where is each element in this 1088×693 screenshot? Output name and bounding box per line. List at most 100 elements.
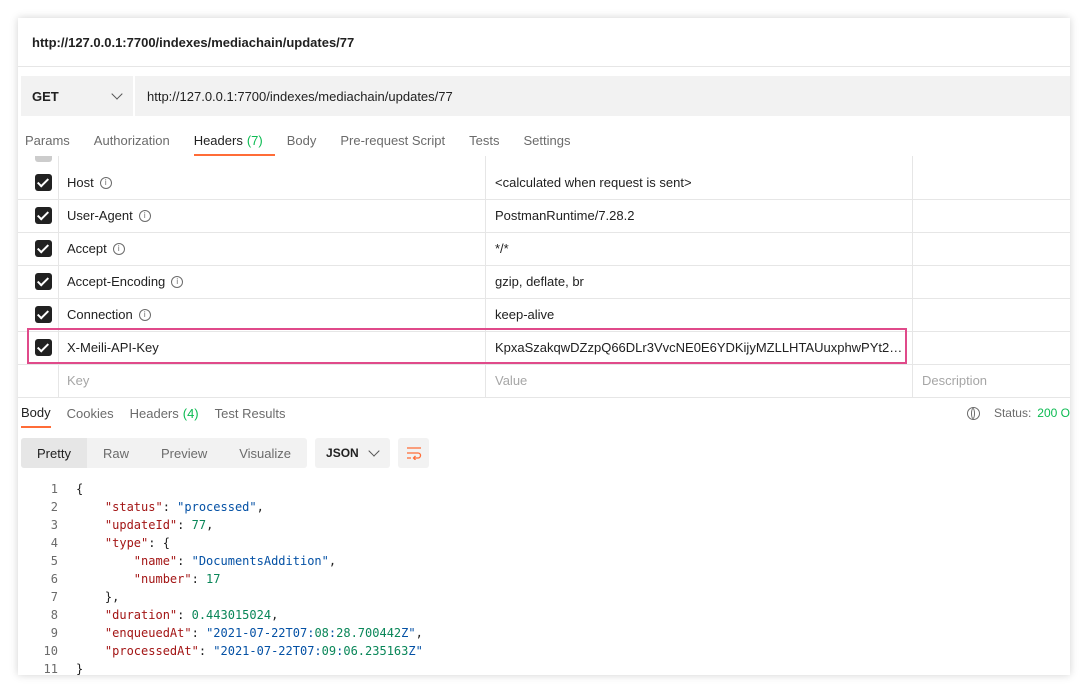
code-line: 11} [18,660,1070,675]
header-value: gzip, deflate, br [495,274,584,289]
request-tabs: Params Authorization Headers (7) Body Pre… [25,126,594,156]
code-text: { [76,482,84,496]
code-text: "processedAt": "2021-07-22T07:09:06.2351… [104,644,423,658]
code-text: "number": 17 [133,572,221,586]
method-select[interactable]: GET [21,76,135,116]
header-checkbox[interactable] [35,339,52,356]
code-line: 10 "processedAt": "2021-07-22T07:09:06.2… [18,642,1070,660]
response-tab-cookies[interactable]: Cookies [67,398,114,428]
info-icon[interactable]: i [99,176,112,189]
header-checkbox[interactable] [35,240,52,257]
chevron-down-icon [368,445,380,457]
response-tab-headers[interactable]: Headers (4) [130,398,199,428]
header-key: X-Meili-API-Key [67,340,159,355]
header-key: Accept-Encoding [67,274,166,289]
code-line: 7 }, [18,588,1070,606]
code-text: }, [76,590,120,604]
header-value: <calculated when request is sent> [495,175,692,190]
code-text: "enqueuedAt": "2021-07-22T07:08:28.70044… [104,626,423,640]
response-tab-body[interactable]: Body [21,398,51,428]
response-tab-test-results[interactable]: Test Results [215,398,286,428]
line-number: 6 [50,572,58,586]
code-text: "type": { [104,536,170,550]
globe-icon[interactable] [966,406,980,420]
info-icon[interactable]: i [138,209,151,222]
code-text: } [76,662,84,675]
wrap-lines-button[interactable] [398,438,430,468]
status-code[interactable]: 200 O [1037,406,1070,420]
line-number: 8 [50,608,58,622]
info-icon[interactable]: i [112,242,125,255]
response-body[interactable]: 1{2 "status": "processed", 3 "updateId": … [18,480,1070,675]
tab-settings[interactable]: Settings [523,126,582,154]
chevron-down-icon [111,88,123,100]
tab-body[interactable]: Body [287,126,329,154]
method-label: GET [32,88,59,104]
headers-table: Host i <calculated when request is sent> … [18,156,1070,398]
header-checkbox[interactable] [35,174,52,191]
header-row: Host i <calculated when request is sent> [18,166,1070,200]
url-input[interactable]: http://127.0.0.1:7700/indexes/mediachain… [135,76,1070,116]
key-placeholder[interactable]: Key [67,373,89,388]
info-icon[interactable]: i [171,275,184,288]
code-line: 8 "duration": 0.443015024, [18,606,1070,624]
view-mode-segment: Pretty Raw Preview Visualize [21,438,308,468]
line-number: 1 [50,482,58,496]
value-placeholder[interactable]: Value [495,373,905,388]
header-row: User-Agent i PostmanRuntime/7.28.2 [18,199,1070,233]
response-tabs: Body Cookies Headers (4) Test Results [21,398,1070,428]
line-number: 9 [50,626,58,640]
header-key: User-Agent [67,208,133,223]
header-value: keep-alive [495,307,555,322]
code-text: "status": "processed", [104,500,264,514]
header-key: Connection [67,307,133,322]
header-checkbox[interactable] [35,273,52,290]
header-row: Accept-Encoding i gzip, deflate, br [18,265,1070,299]
url-bar: GET http://127.0.0.1:7700/indexes/mediac… [21,76,1070,116]
tab-headers[interactable]: Headers (7) [193,126,275,156]
code-line: 1{ [18,480,1070,498]
header-value: PostmanRuntime/7.28.2 [495,208,635,223]
code-line: 9 "enqueuedAt": "2021-07-22T07:08:28.700… [18,624,1070,642]
line-number: 11 [43,662,58,675]
description-placeholder[interactable]: Description [922,373,987,388]
new-header-row: Key Value Description [18,364,1070,398]
request-title: http://127.0.0.1:7700/indexes/mediachain… [18,18,1070,67]
header-checkbox[interactable] [35,207,52,224]
code-line: 2 "status": "processed", [18,498,1070,516]
code-line: 4 "type": { [18,534,1070,552]
line-number: 4 [50,536,58,550]
info-icon[interactable]: i [138,308,151,321]
header-row: Accept i */* [18,232,1070,266]
code-text: "updateId": 77, [104,518,214,532]
line-number: 7 [50,590,58,604]
postman-window: http://127.0.0.1:7700/indexes/mediachain… [18,18,1070,675]
header-value: */* [495,241,509,256]
response-headers-count: (4) [182,405,199,421]
headers-count: (7) [246,132,263,148]
tab-pre-request-script[interactable]: Pre-request Script [340,126,457,154]
tab-params[interactable]: Params [25,126,82,154]
view-preview[interactable]: Preview [145,438,223,468]
line-number: 10 [43,644,58,658]
code-text: "name": "DocumentsAddition", [133,554,337,568]
tab-tests[interactable]: Tests [469,126,511,154]
header-value: KpxaSzakqwDZzpQ66DLr3VvcNE0E6YDKijyMZLLH… [495,340,905,355]
format-label: JSON [326,446,359,460]
response-status: Status: 200 O [966,406,1070,420]
code-text: "duration": 0.443015024, [104,608,279,622]
format-select[interactable]: JSON [315,438,391,468]
view-pretty[interactable]: Pretty [21,438,87,468]
code-line: 6 "number": 17 [18,570,1070,588]
tab-authorization[interactable]: Authorization [94,126,182,154]
code-line: 3 "updateId": 77, [18,516,1070,534]
wrap-icon [406,447,421,460]
view-visualize[interactable]: Visualize [223,438,307,468]
header-key: Host [67,175,94,190]
header-key: Accept [67,241,107,256]
view-raw[interactable]: Raw [87,438,145,468]
line-number: 3 [50,518,58,532]
status-label: Status: [993,406,1032,420]
header-checkbox[interactable] [35,306,52,323]
line-number: 5 [50,554,58,568]
